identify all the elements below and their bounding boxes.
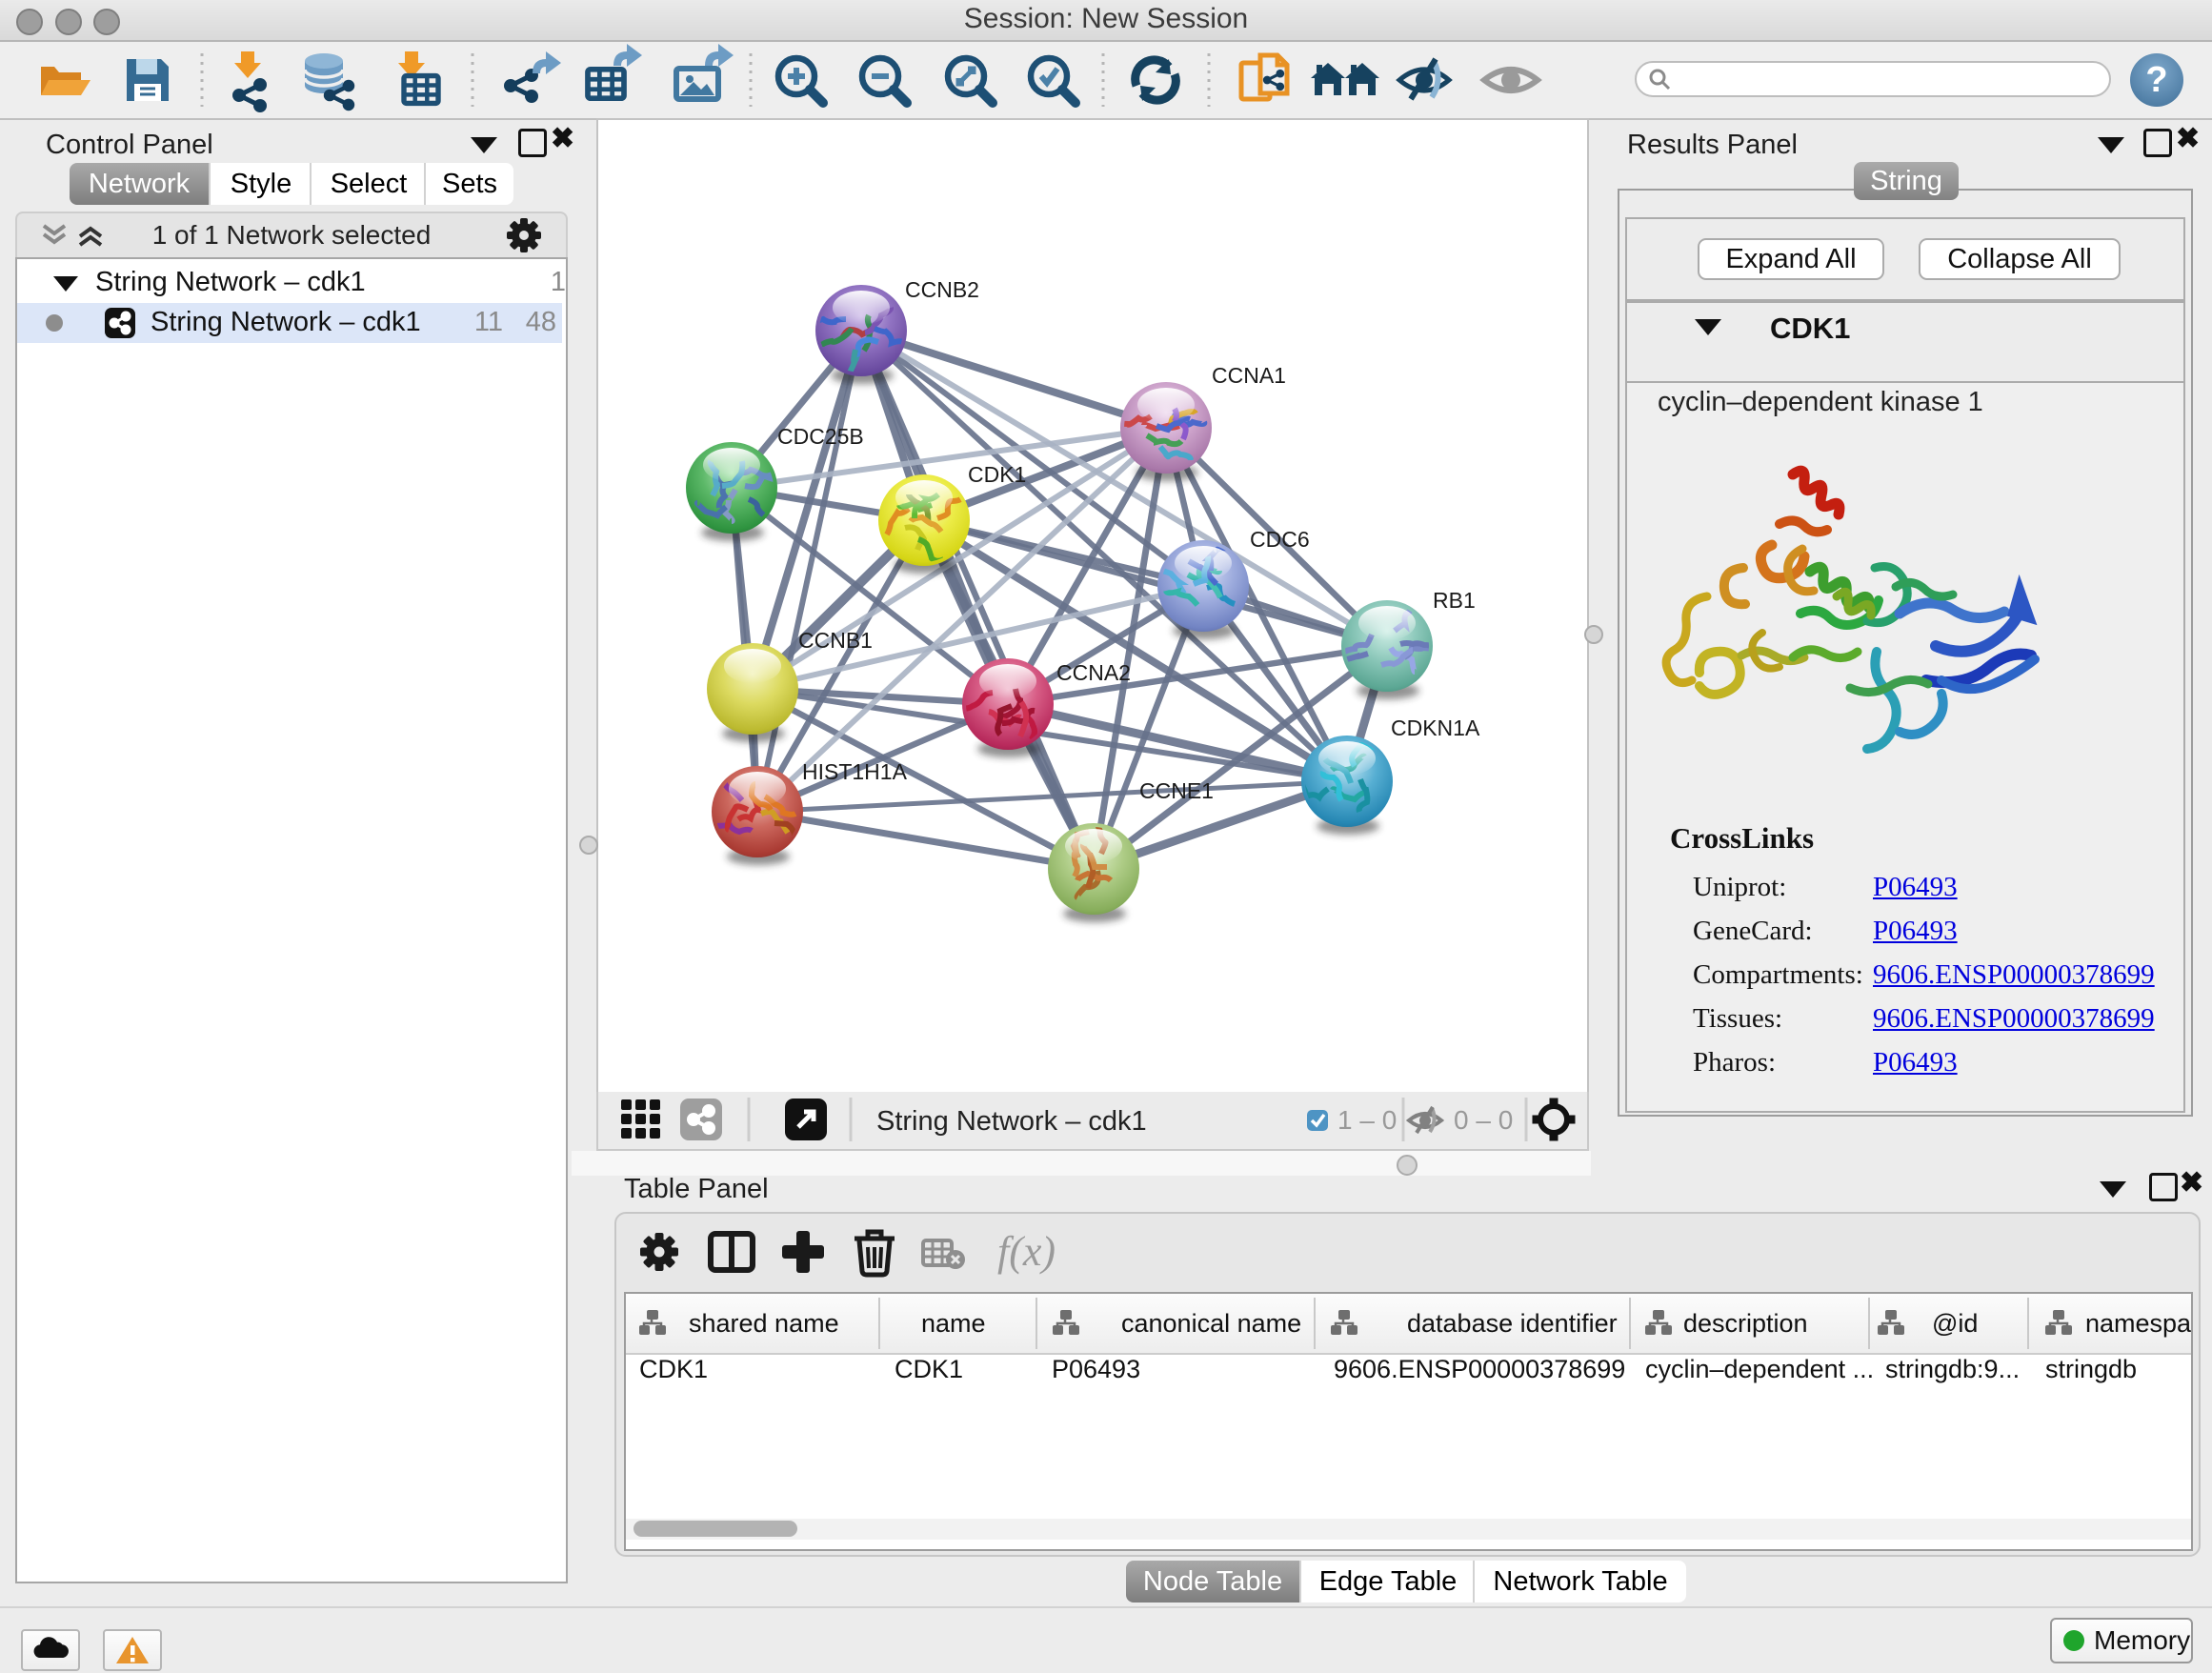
svg-text:description: description [1683, 1309, 1808, 1338]
svg-text:CCNB2: CCNB2 [905, 277, 979, 302]
svg-text:CCNA1: CCNA1 [1212, 363, 1286, 388]
svg-text:CDC25B: CDC25B [777, 424, 864, 449]
svg-text:String Network – cdk1: String Network – cdk1 [876, 1106, 1147, 1137]
svg-text:f(x): f(x) [997, 1228, 1056, 1275]
svg-text:namespace: namespace [2085, 1309, 2191, 1338]
svg-text:@id: @id [1932, 1309, 1978, 1338]
svg-text:CCNB1: CCNB1 [798, 628, 873, 653]
svg-text:HIST1H1A: HIST1H1A [802, 759, 908, 784]
svg-text:name: name [921, 1309, 986, 1338]
svg-text:CDC6: CDC6 [1250, 527, 1310, 552]
svg-text:1 – 0: 1 – 0 [1337, 1105, 1397, 1135]
svg-text:shared name: shared name [689, 1309, 839, 1338]
svg-text:canonical name: canonical name [1121, 1309, 1301, 1338]
svg-text:CDKN1A: CDKN1A [1391, 716, 1480, 740]
svg-text:CDK1: CDK1 [968, 462, 1026, 487]
svg-text:RB1: RB1 [1433, 588, 1476, 613]
svg-text:0 – 0: 0 – 0 [1454, 1105, 1513, 1135]
svg-text:CCNE1: CCNE1 [1139, 778, 1214, 803]
svg-text:database identifier: database identifier [1407, 1309, 1618, 1338]
svg-text:CCNA2: CCNA2 [1056, 660, 1131, 685]
